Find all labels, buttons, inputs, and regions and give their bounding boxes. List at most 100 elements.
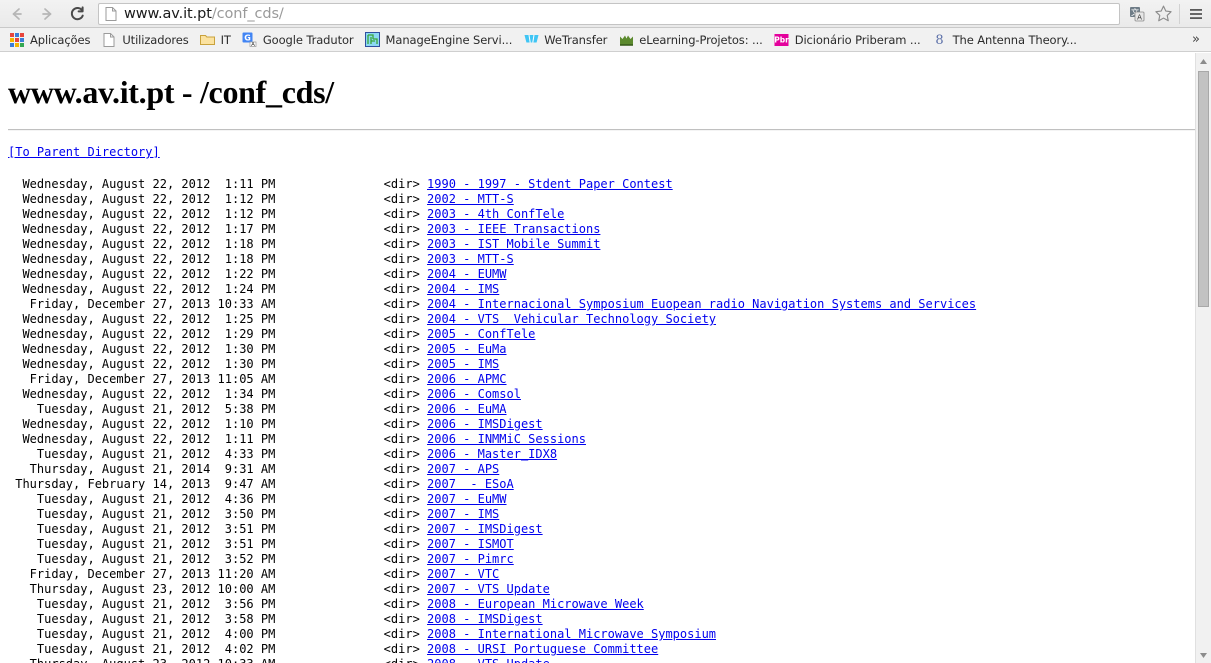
forward-arrow-icon [42, 7, 52, 20]
listing-row-meta: Wednesday, August 22, 2012 1:10 PM <dir> [8, 417, 428, 431]
scrollbar-thumb[interactable] [1198, 71, 1209, 307]
bookmark-item-aplicacoes[interactable]: Aplicações [6, 30, 96, 50]
to-parent-directory-link[interactable]: [To Parent Directory] [8, 145, 160, 159]
listing-row-meta: Wednesday, August 22, 2012 1:18 PM <dir> [8, 237, 428, 251]
bookmark-item-utilizadores[interactable]: Utilizadores [98, 30, 194, 50]
listing-row: Wednesday, August 22, 2012 1:22 PM <dir>… [8, 267, 506, 281]
bookmark-item-wetransfer[interactable]: WeTransfer [520, 30, 613, 50]
listing-row: Tuesday, August 21, 2012 3:51 PM <dir> 2… [8, 522, 543, 536]
listing-row-meta: Tuesday, August 21, 2012 4:33 PM <dir> [8, 447, 428, 461]
directory-link[interactable]: 2007 - IMS [427, 507, 499, 521]
chevron-up-icon [1200, 58, 1207, 64]
listing-row: Wednesday, August 22, 2012 1:12 PM <dir>… [8, 207, 564, 221]
listing-row-meta: Tuesday, August 21, 2012 3:51 PM <dir> [8, 522, 428, 536]
page-document-icon [105, 6, 117, 21]
listing-row: Tuesday, August 21, 2012 4:36 PM <dir> 2… [8, 492, 507, 506]
directory-link[interactable]: 2003 - MTT-S [427, 252, 514, 266]
svg-text:Pbr: Pbr [774, 35, 789, 44]
bookmarks-overflow-button[interactable]: » [1187, 32, 1205, 47]
translate-icon: 文 A [1130, 6, 1145, 21]
manageengine-icon [365, 32, 381, 48]
scrollbar-track[interactable] [1196, 69, 1211, 647]
directory-link[interactable]: 2004 - EUMW [427, 267, 506, 281]
directory-link[interactable]: 2004 - Internacional Symposium Euopean r… [427, 297, 976, 311]
directory-link[interactable]: 2006 - Comsol [427, 387, 521, 401]
directory-link[interactable]: 2008 - International Microwave Symposium [427, 627, 716, 641]
vertical-scrollbar[interactable] [1195, 53, 1211, 663]
bookmark-item-it[interactable]: IT [197, 30, 237, 50]
directory-link[interactable]: 2005 - ConfTele [427, 327, 535, 341]
url-path: /conf_cds/ [211, 5, 284, 22]
directory-link[interactable]: 2007 - VTS Update [427, 582, 550, 596]
directory-link[interactable]: 2006 - Master_IDX8 [427, 447, 557, 461]
listing-row: Tuesday, August 21, 2012 3:51 PM <dir> 2… [8, 537, 514, 551]
reload-button[interactable] [62, 1, 92, 27]
listing-row-meta: Thursday, August 21, 2014 9:31 AM <dir> [8, 462, 428, 476]
listing-row-meta: Friday, December 27, 2013 11:20 AM <dir> [8, 567, 428, 581]
bookmark-label: Utilizadores [122, 32, 189, 47]
bookmark-item-elearning-projetos[interactable]: eLearning-Projetos: ... [615, 30, 768, 50]
svg-text:8: 8 [935, 33, 943, 47]
directory-link[interactable]: 2004 - VTS Vehicular Technology Society [427, 312, 716, 326]
bookmark-label: eLearning-Projetos: ... [639, 32, 763, 47]
listing-row: Friday, December 27, 2013 10:33 AM <dir>… [8, 297, 976, 311]
directory-link[interactable]: 2007 - ESoA [427, 477, 514, 491]
listing-row: Wednesday, August 22, 2012 1:11 PM <dir>… [8, 432, 586, 446]
directory-link[interactable]: 2007 - VTC [427, 567, 499, 581]
directory-link[interactable]: 2006 - IMSDigest [427, 417, 543, 431]
address-bar[interactable]: www.av.it.pt/conf_cds/ [98, 2, 1120, 25]
folder-icon [200, 32, 216, 48]
bookmark-item-manageengine[interactable]: ManageEngine Servi... [362, 30, 519, 50]
listing-row: Thursday, February 14, 2013 9:47 AM <dir… [8, 477, 514, 491]
listing-row: Thursday, August 23, 2012 10:33 AM <dir>… [8, 657, 550, 663]
listing-row-meta: Wednesday, August 22, 2012 1:11 PM <dir> [8, 177, 428, 191]
listing-row: Wednesday, August 22, 2012 1:34 PM <dir>… [8, 387, 521, 401]
directory-link[interactable]: 2005 - IMS [427, 357, 499, 371]
listing-row-meta: Tuesday, August 21, 2012 3:51 PM <dir> [8, 537, 428, 551]
directory-link[interactable]: 2002 - MTT-S [427, 192, 514, 206]
antenna-theory-icon: 8 [932, 32, 948, 48]
listing-row-meta: Wednesday, August 22, 2012 1:22 PM <dir> [8, 267, 428, 281]
forward-button[interactable] [32, 1, 62, 27]
bookmark-item-google-tradutor[interactable]: G A Google Tradutor [239, 30, 360, 50]
directory-link[interactable]: 2005 - EuMa [427, 342, 506, 356]
directory-link[interactable]: 2004 - IMS [427, 282, 499, 296]
directory-link[interactable]: 2008 - European Microwave Week [427, 597, 644, 611]
directory-link[interactable]: 2003 - IEEE Transactions [427, 222, 600, 236]
translate-button[interactable]: 文 A [1124, 1, 1150, 27]
directory-link[interactable]: 2006 - INMMiC Sessions [427, 432, 586, 446]
parent-directory-row: [To Parent Directory] [8, 145, 1203, 159]
directory-link[interactable]: 1990 - 1997 - Stdent Paper Contest [427, 177, 673, 191]
directory-link[interactable]: 2007 - EuMW [427, 492, 506, 506]
directory-link[interactable]: 2003 - IST Mobile Summit [427, 237, 600, 251]
listing-row-meta: Thursday, August 23, 2012 10:33 AM <dir> [8, 657, 427, 663]
listing-row: Wednesday, August 22, 2012 1:30 PM <dir>… [8, 357, 499, 371]
directory-link[interactable]: 2007 - APS [427, 462, 499, 476]
listing-row: Wednesday, August 22, 2012 1:18 PM <dir>… [8, 237, 600, 251]
bookmark-item-dicionario-priberam[interactable]: Pbr Dicionário Priberam ... [771, 30, 927, 50]
directory-link[interactable]: 2003 - 4th ConfTele [427, 207, 564, 221]
directory-link[interactable]: 2008 - VTS Update [427, 657, 550, 663]
back-button[interactable] [2, 1, 32, 27]
directory-link[interactable]: 2008 - URSI Portuguese Committee [427, 642, 658, 656]
directory-link[interactable]: 2007 - Pimrc [427, 552, 514, 566]
directory-link[interactable]: 2008 - IMSDigest [427, 612, 543, 626]
listing-row: Wednesday, August 22, 2012 1:11 PM <dir>… [8, 177, 673, 191]
svg-text:G: G [245, 33, 252, 42]
listing-row-meta: Wednesday, August 22, 2012 1:29 PM <dir> [8, 327, 428, 341]
page-content: www.av.it.pt - /conf_cds/ [To Parent Dir… [0, 53, 1211, 663]
directory-link[interactable]: 2007 - IMSDigest [427, 522, 543, 536]
scroll-up-button[interactable] [1196, 53, 1211, 69]
browser-toolbar: www.av.it.pt/conf_cds/ 文 A [0, 0, 1211, 28]
listing-row-meta: Wednesday, August 22, 2012 1:17 PM <dir> [8, 222, 428, 236]
directory-link[interactable]: 2006 - APMC [427, 372, 506, 386]
listing-row-meta: Wednesday, August 22, 2012 1:30 PM <dir> [8, 357, 428, 371]
bookmark-item-antenna-theory[interactable]: 8 The Antenna Theory... [929, 30, 1083, 50]
chrome-menu-button[interactable] [1183, 1, 1209, 27]
listing-row-meta: Tuesday, August 21, 2012 3:52 PM <dir> [8, 552, 428, 566]
scroll-down-button[interactable] [1196, 647, 1211, 663]
directory-link[interactable]: 2006 - EuMA [427, 402, 506, 416]
directory-link[interactable]: 2007 - ISMOT [427, 537, 514, 551]
bookmark-star-button[interactable] [1150, 1, 1176, 27]
listing-row: Wednesday, August 22, 2012 1:25 PM <dir>… [8, 312, 716, 326]
